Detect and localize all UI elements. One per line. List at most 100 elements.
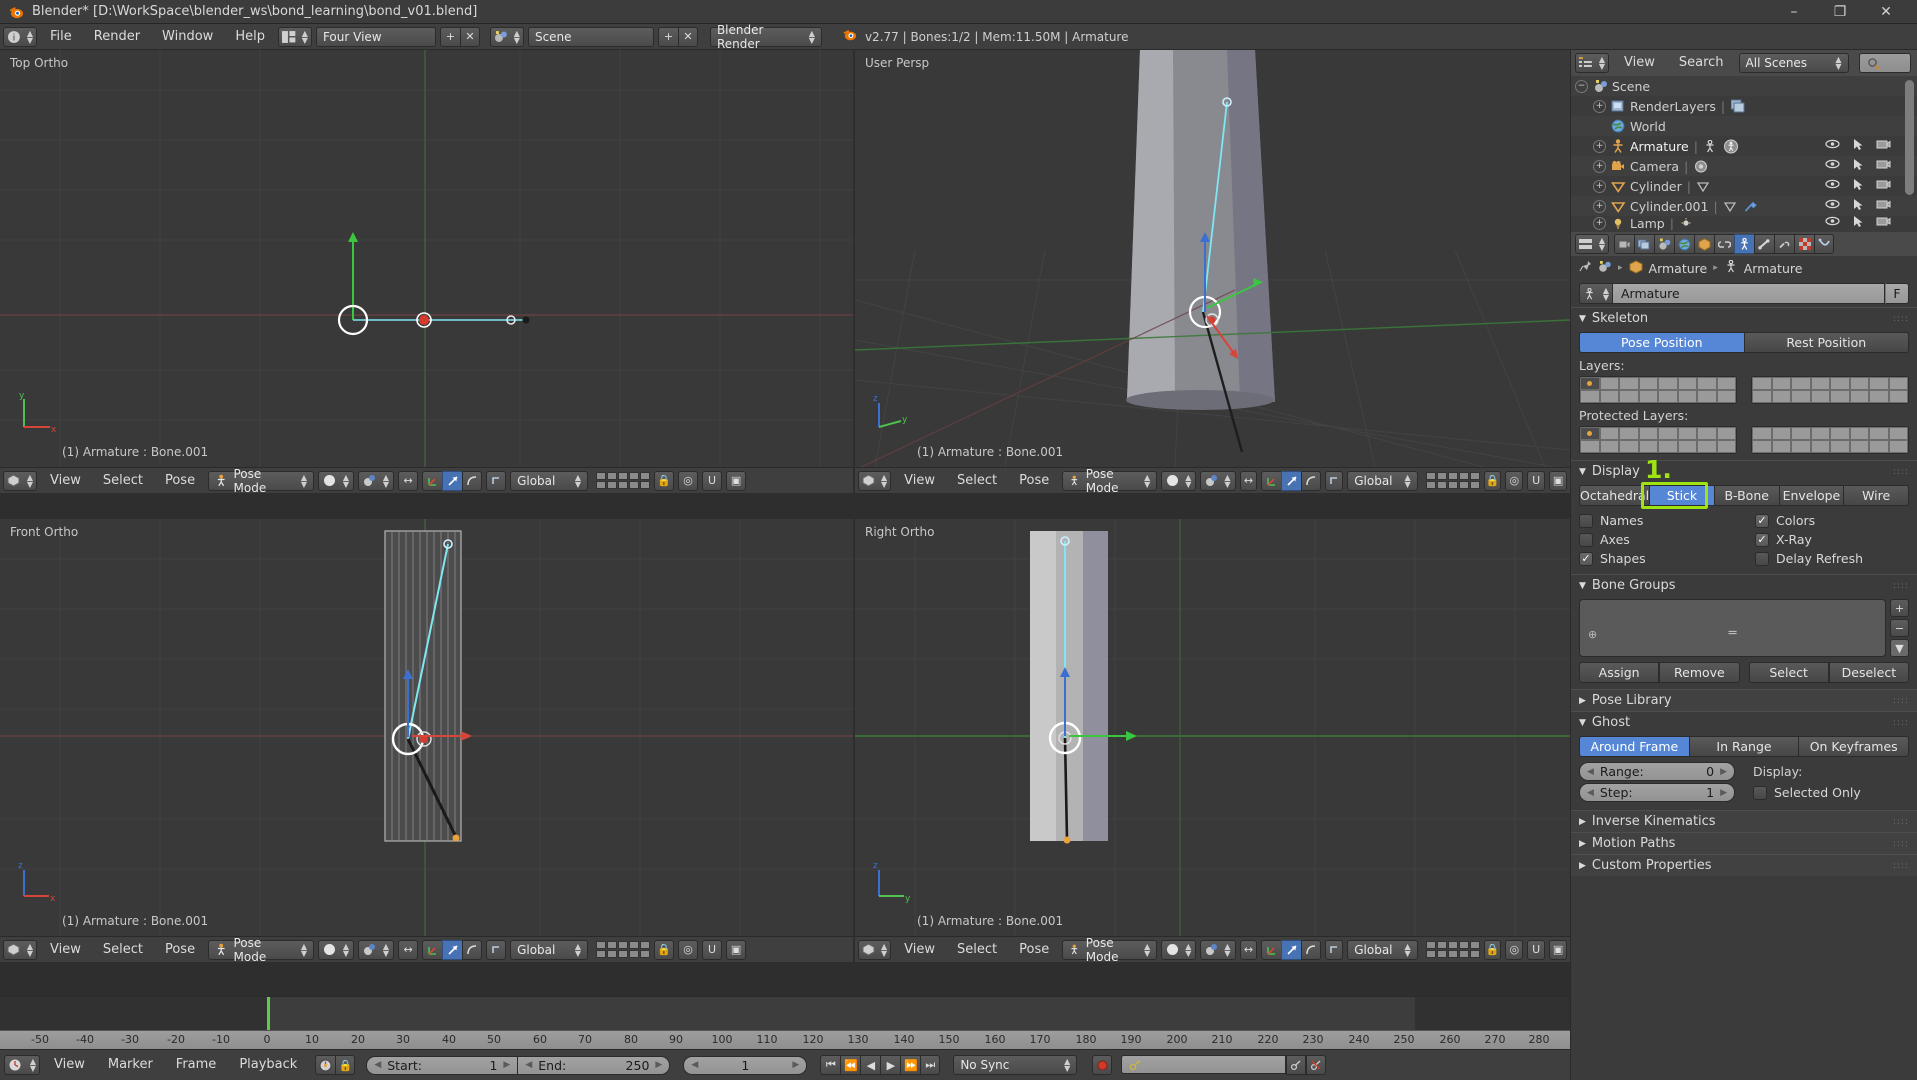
in-range-button[interactable]: In Range bbox=[1689, 736, 1799, 757]
panel-custom-properties-header[interactable]: ▶ Custom Properties :::: bbox=[1571, 854, 1917, 876]
checkbox[interactable] bbox=[1579, 514, 1593, 528]
layer-cell[interactable] bbox=[1869, 440, 1889, 453]
transform-orientation-select[interactable]: Global▲▼ bbox=[1347, 940, 1417, 960]
outliner-editor-icon[interactable]: ▲▼ bbox=[1575, 53, 1609, 73]
timeline-ruler[interactable]: -50 -40 -30 -20 -10 0 10 20 30 40 50 60 … bbox=[0, 1030, 1570, 1050]
expand-toggle[interactable]: + bbox=[1593, 217, 1606, 230]
manipulator-toggle[interactable]: ↔ bbox=[1240, 940, 1258, 960]
layer-cell[interactable] bbox=[1639, 377, 1659, 390]
pivot-select[interactable]: ▲▼ bbox=[1200, 940, 1235, 960]
vp2-menu-view[interactable]: View bbox=[895, 468, 944, 494]
translate-manipulator-icon[interactable] bbox=[422, 471, 442, 491]
outliner-row-renderlayers[interactable]: + RenderLayers | bbox=[1571, 96, 1917, 116]
lock-icon[interactable]: 🔒 bbox=[1484, 940, 1502, 960]
proportional-edit-icon[interactable]: ◎ bbox=[1505, 471, 1523, 491]
pose-position-button[interactable]: Pose Position bbox=[1579, 332, 1744, 353]
scene-layers-icon[interactable] bbox=[1426, 472, 1480, 489]
layer-cell[interactable] bbox=[1850, 427, 1870, 440]
layer-cell[interactable] bbox=[1889, 440, 1909, 453]
outliner-display-mode-select[interactable]: All Scenes▲▼ bbox=[1739, 53, 1849, 73]
translate-manipulator-icon[interactable] bbox=[422, 940, 442, 960]
layer-cell[interactable] bbox=[1830, 377, 1850, 390]
lock-icon[interactable]: 🔒 bbox=[1484, 471, 1502, 491]
tl-menu-playback[interactable]: Playback bbox=[230, 1052, 306, 1078]
timeline-editor-icon[interactable]: ▲▼ bbox=[4, 1055, 40, 1075]
vp-menu-select[interactable]: Select bbox=[94, 468, 152, 494]
vp3-menu-pose[interactable]: Pose bbox=[156, 937, 204, 963]
layer-cell[interactable] bbox=[1752, 377, 1772, 390]
snap-magnet-icon[interactable]: U bbox=[1527, 471, 1545, 491]
physics-tab[interactable] bbox=[1814, 234, 1834, 254]
lock-icon[interactable]: 🔒 bbox=[654, 471, 674, 491]
screen-layout-select[interactable]: Four View bbox=[316, 27, 436, 47]
viewport-user-canvas[interactable]: z y User Persp (1) Armature : Bone.001 bbox=[855, 50, 1570, 467]
transform-orientation-select[interactable]: Global▲▼ bbox=[510, 471, 588, 491]
remove-button[interactable]: Remove bbox=[1659, 662, 1739, 683]
render-layers-tab[interactable] bbox=[1634, 234, 1654, 254]
expand-toggle[interactable]: + bbox=[1593, 180, 1606, 193]
checkbox[interactable]: ✓ bbox=[1755, 514, 1769, 528]
jump-to-end-button[interactable]: ⏭ bbox=[920, 1055, 940, 1075]
constraints-tab[interactable] bbox=[1714, 234, 1734, 254]
pivot-select[interactable]: ▲▼ bbox=[358, 471, 394, 491]
rotate-manipulator-icon[interactable] bbox=[442, 940, 462, 960]
panel-display-header[interactable]: ▼ Display :::: 1. bbox=[1571, 460, 1917, 482]
keying-set-field[interactable] bbox=[1121, 1055, 1286, 1074]
layer-cell[interactable] bbox=[1600, 440, 1620, 453]
3d-view-editor-icon[interactable]: ▲▼ bbox=[858, 471, 891, 491]
layer-cell[interactable] bbox=[1811, 377, 1831, 390]
on-keyframes-button[interactable]: On Keyframes bbox=[1798, 736, 1909, 757]
armature-icon[interactable] bbox=[1724, 260, 1738, 276]
outliner-tree[interactable]: − Scene + RenderLayers | World + bbox=[1571, 76, 1917, 232]
panel-inverse-kinematics-header[interactable]: ▶ Inverse Kinematics :::: bbox=[1571, 810, 1917, 832]
timeline-editor[interactable]: -50 -40 -30 -20 -10 0 10 20 30 40 50 60 … bbox=[0, 996, 1570, 1080]
xray-checkbox-row[interactable]: ✓X-Ray bbox=[1755, 530, 1909, 549]
layer-cell[interactable] bbox=[1639, 390, 1659, 403]
cursor-arrow-icon[interactable] bbox=[1852, 138, 1864, 154]
layer-cell[interactable] bbox=[1619, 390, 1639, 403]
viewport-right-canvas[interactable]: z y Right Ortho (1) Armature : Bone.001 bbox=[855, 519, 1570, 936]
snap-magnet-icon[interactable]: U bbox=[702, 940, 722, 960]
expand-toggle[interactable]: + bbox=[1593, 100, 1606, 113]
layer-cell[interactable] bbox=[1752, 390, 1772, 403]
outliner-row-cylinder[interactable]: + Cylinder | bbox=[1571, 176, 1917, 196]
assign-button[interactable]: Assign bbox=[1579, 662, 1659, 683]
jump-to-start-button[interactable]: ⏮ bbox=[820, 1055, 840, 1075]
start-frame-field[interactable]: ◀Start: 1▶ bbox=[366, 1056, 518, 1075]
layer-cell[interactable] bbox=[1639, 427, 1659, 440]
timeline-track[interactable] bbox=[0, 997, 1570, 1030]
snap-magnet-icon[interactable]: U bbox=[1527, 940, 1545, 960]
viewport-top-canvas[interactable]: y x Top Ortho (1) Armature : Bone.001 bbox=[0, 50, 853, 467]
outliner-row-camera[interactable]: + Camera | bbox=[1571, 156, 1917, 176]
layer-cell[interactable] bbox=[1717, 427, 1737, 440]
expand-toggle[interactable]: + bbox=[1593, 200, 1606, 213]
layer-cell[interactable] bbox=[1850, 390, 1870, 403]
remove-bone-group-button[interactable]: − bbox=[1890, 619, 1909, 637]
pivot-select[interactable]: ▲▼ bbox=[358, 940, 394, 960]
new-scene-button[interactable]: + bbox=[658, 27, 678, 47]
shading-select[interactable]: ▲▼ bbox=[318, 471, 354, 491]
layer-cell[interactable] bbox=[1697, 440, 1717, 453]
vp4-menu-view[interactable]: View bbox=[895, 937, 944, 963]
minimize-button[interactable]: – bbox=[1771, 0, 1817, 24]
pivot-select[interactable]: ▲▼ bbox=[1200, 471, 1235, 491]
menu-window[interactable]: Window bbox=[153, 24, 222, 50]
lamp-data-icon[interactable] bbox=[1679, 216, 1695, 230]
add-bone-group-button[interactable]: + bbox=[1890, 599, 1909, 617]
layer-cell[interactable] bbox=[1619, 440, 1639, 453]
armature-data-icon[interactable] bbox=[1703, 139, 1719, 153]
vp-menu-pose[interactable]: Pose bbox=[156, 468, 204, 494]
panel-pose-library-header[interactable]: ▶ Pose Library :::: bbox=[1571, 689, 1917, 711]
delay-refresh-checkbox-row[interactable]: Delay Refresh bbox=[1755, 549, 1909, 568]
delete-screen-button[interactable]: ✕ bbox=[460, 27, 480, 47]
lock-icon[interactable]: 🔒 bbox=[335, 1055, 355, 1075]
orientation-icon[interactable] bbox=[1325, 471, 1343, 491]
scene-select[interactable]: Scene bbox=[528, 27, 654, 47]
panel-ghost-header[interactable]: ▼ Ghost :::: bbox=[1571, 711, 1917, 733]
manipulator-toggle[interactable]: ↔ bbox=[1240, 471, 1258, 491]
camera-icon[interactable] bbox=[1876, 198, 1891, 214]
menu-file[interactable]: File bbox=[41, 24, 81, 50]
scene-icon[interactable]: ▲▼ bbox=[490, 27, 524, 47]
timeline-playhead[interactable] bbox=[267, 997, 270, 1030]
layer-cell[interactable] bbox=[1869, 377, 1889, 390]
